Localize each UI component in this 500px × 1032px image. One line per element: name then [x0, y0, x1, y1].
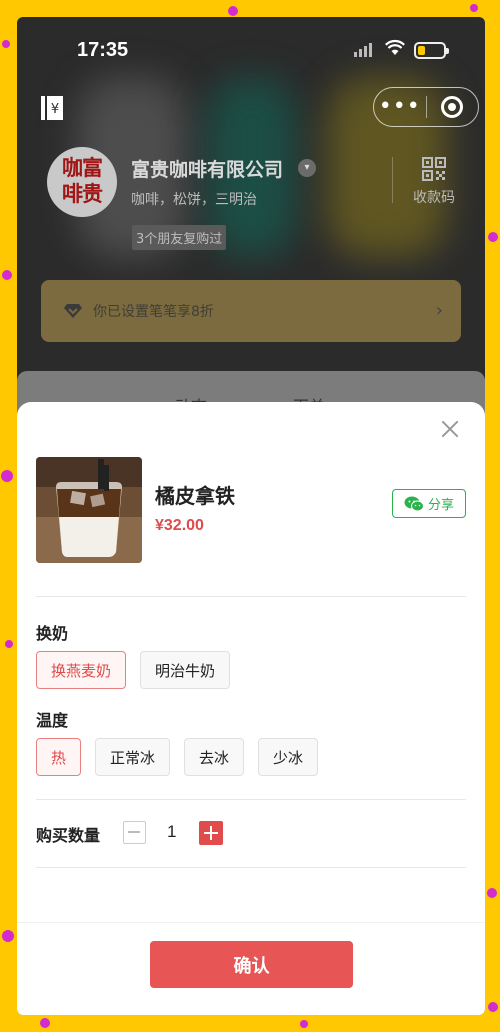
decor-dot [487, 888, 497, 898]
footer-divider [17, 922, 485, 923]
divider [36, 799, 466, 800]
chevron-right-icon: › [435, 300, 443, 321]
qr-label[interactable]: 收款码 [413, 187, 455, 207]
temperature-group-title: 温度 [36, 711, 69, 730]
decor-dot [1, 470, 13, 482]
shop-logo-text: 咖富 啡贵 [62, 155, 103, 206]
quantity-value: 1 [167, 822, 177, 841]
plus-icon[interactable] [199, 821, 223, 845]
decor-dot [2, 270, 12, 280]
friends-badge: 3个朋友复购过 [132, 225, 227, 250]
shop-name[interactable]: 富贵咖啡有限公司 [131, 155, 283, 182]
option-less-ice[interactable]: 少冰 [258, 738, 319, 776]
diamond-icon [64, 304, 82, 318]
close-mini-program-icon [441, 96, 464, 118]
chevron-down-icon[interactable]: ▾ [298, 159, 316, 177]
qr-divider [392, 157, 393, 203]
mini-program-capsule: ••• [373, 87, 479, 127]
product-name: 橘皮拿铁 [155, 484, 235, 508]
decor-dot [300, 1020, 308, 1028]
decor-dot [470, 4, 478, 12]
status-bar: 17:35 [17, 17, 485, 77]
shop-logo: 咖富 啡贵 [47, 147, 117, 217]
wechat-icon [404, 496, 424, 511]
wifi-icon [385, 39, 405, 55]
milk-group-title: 换奶 [36, 624, 69, 643]
close-icon[interactable] [437, 416, 463, 442]
decor-dot [488, 232, 498, 242]
ledger-icon[interactable]: ¥ [40, 95, 64, 121]
decor-dot [228, 6, 238, 16]
shop-description: 咖啡，松饼，三明治 [131, 192, 257, 208]
decor-dot [2, 40, 10, 48]
status-time: 17:35 [77, 39, 129, 61]
decor-dot [488, 1002, 498, 1012]
option-oat-milk[interactable]: 换燕麦奶 [36, 651, 127, 689]
option-normal-ice[interactable]: 正常冰 [95, 738, 171, 776]
product-price: ¥32.00 [155, 517, 204, 534]
share-label: 分享 [427, 498, 454, 513]
divider [36, 596, 466, 597]
discount-banner[interactable]: 你已设置笔笔享8折 › [41, 280, 461, 342]
decor-dot [40, 1018, 50, 1028]
option-hot[interactable]: 热 [36, 738, 82, 776]
minus-icon[interactable] [123, 821, 146, 844]
qr-code-icon[interactable] [422, 157, 446, 181]
decor-dot [5, 640, 13, 648]
milk-options: 换燕麦奶 明治牛奶 [36, 651, 231, 689]
quantity-label: 购买数量 [36, 826, 101, 845]
product-options-sheet: 橘皮拿铁 ¥32.00 分享 换奶 换燕麦奶 明治牛奶 温度 热 正常冰 去冰 … [17, 402, 485, 1015]
svg-text:¥: ¥ [51, 102, 59, 117]
phone-screen: 17:35 ¥ ••• 咖富 啡贵 富贵咖啡有限公司 ▾ 咖啡，松饼，三明治 3… [17, 17, 485, 1015]
decor-dot [2, 930, 14, 942]
discount-text: 你已设置笔笔享8折 [93, 304, 214, 320]
confirm-button[interactable]: 确认 [150, 941, 353, 988]
close-mini-program-button[interactable] [426, 96, 478, 118]
temperature-options: 热 正常冰 去冰 少冰 [36, 738, 319, 776]
more-icon[interactable]: ••• [374, 96, 426, 118]
product-image [36, 457, 142, 563]
battery-icon [414, 42, 449, 59]
divider [36, 867, 466, 868]
signal-icon [354, 43, 372, 57]
share-button[interactable]: 分享 [392, 489, 466, 518]
option-no-ice[interactable]: 去冰 [184, 738, 245, 776]
option-meiji-milk[interactable]: 明治牛奶 [140, 651, 231, 689]
